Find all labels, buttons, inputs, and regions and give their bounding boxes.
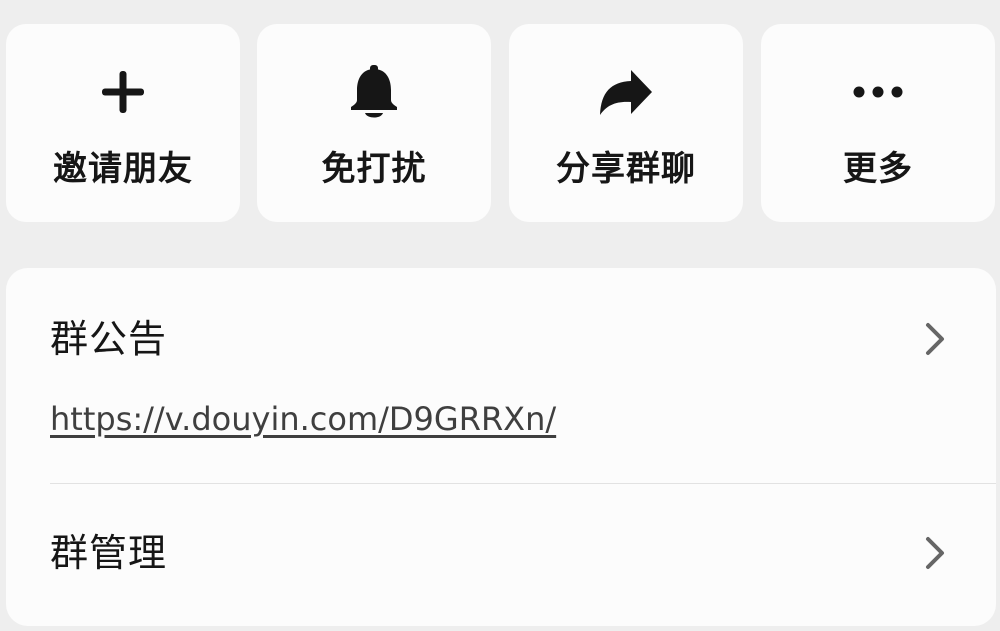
group-settings-card: 群公告 https://v.douyin.com/D9GRRXn/ 群管理 [6,268,996,626]
share-group-button[interactable]: 分享群聊 [509,24,743,222]
more-label: 更多 [843,149,913,189]
invite-friends-label: 邀请朋友 [53,149,193,189]
announcement-link[interactable]: https://v.douyin.com/D9GRRXn/ [50,398,556,440]
share-arrow-icon [596,62,656,122]
group-announcement-title[interactable]: 群公告 [50,316,167,362]
group-management-title[interactable]: 群管理 [50,530,167,576]
plus-icon [93,62,153,122]
quick-actions: 邀请朋友 免打扰 分享群聊 更多 [6,24,996,222]
do-not-disturb-button[interactable]: 免打扰 [257,24,491,222]
more-dots-icon [848,62,908,122]
chevron-right-icon[interactable] [924,322,946,356]
chevron-right-icon[interactable] [924,536,946,570]
invite-friends-button[interactable]: 邀请朋友 [6,24,240,222]
divider [50,483,996,484]
more-button[interactable]: 更多 [761,24,995,222]
bell-icon [344,62,404,122]
share-group-label: 分享群聊 [556,149,696,189]
do-not-disturb-label: 免打扰 [321,149,427,189]
